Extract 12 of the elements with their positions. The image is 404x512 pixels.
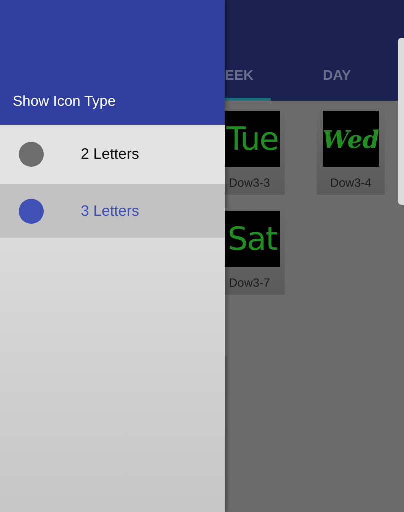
day-icon: Tue xyxy=(225,111,280,167)
radio-icon xyxy=(19,198,44,224)
drawer-title: Show Icon Type xyxy=(13,94,116,110)
radio-icon xyxy=(19,142,44,167)
option-item[interactable]: 2 Letters xyxy=(0,125,225,184)
tile-caption: Dow3-4 xyxy=(330,176,372,190)
tile-caption: Dow3-7 xyxy=(229,276,270,290)
day-icon: Sat xyxy=(225,211,280,267)
tile-caption: Dow3-3 xyxy=(229,176,270,190)
day-icon: Wed xyxy=(323,111,379,167)
tab[interactable]: DAY xyxy=(323,51,352,101)
option-item[interactable]: 3 Letters xyxy=(0,184,225,238)
